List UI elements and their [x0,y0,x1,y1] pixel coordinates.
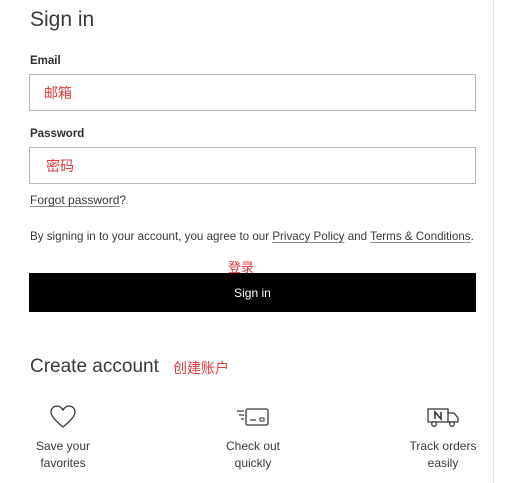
terms-prefix: By signing in to your account, you agree… [30,230,273,243]
terms-notice: By signing in to your account, you agree… [30,230,474,243]
heart-icon [3,402,123,432]
sign-in-button[interactable]: Sign in [29,273,476,312]
email-label: Email [30,55,61,67]
benefit-text: Check out quickly [225,439,281,470]
password-field[interactable]: 密码 [29,147,476,184]
password-label: Password [30,128,85,140]
forgot-password-link[interactable]: Forgot password [30,193,119,207]
benefit-text: Track orders easily [409,439,477,470]
benefit-save-favorites: Save your favorites [3,402,123,472]
terms-and: and [344,230,371,243]
terms-suffix: . [470,230,474,243]
email-annotation: 邮箱 [44,85,72,101]
create-account-title: Create account [30,356,159,377]
privacy-policy-link[interactable]: Privacy Policy [272,230,344,243]
terms-conditions-link[interactable]: Terms & Conditions [370,230,471,243]
forgot-password: Forgot password? [30,193,126,207]
card-icon [193,402,313,432]
benefit-checkout-quickly: Check out quickly [193,402,313,472]
benefit-track-orders: Track orders easily [383,402,503,472]
page-title: Sign in [30,8,95,31]
benefit-text: Save your favorites [35,439,91,470]
create-account-annotation: 创建账户 [173,360,229,376]
truck-icon [383,402,503,432]
email-field[interactable]: 邮箱 [29,74,476,111]
forgot-password-suffix: ? [119,193,127,207]
password-annotation: 密码 [46,158,74,174]
